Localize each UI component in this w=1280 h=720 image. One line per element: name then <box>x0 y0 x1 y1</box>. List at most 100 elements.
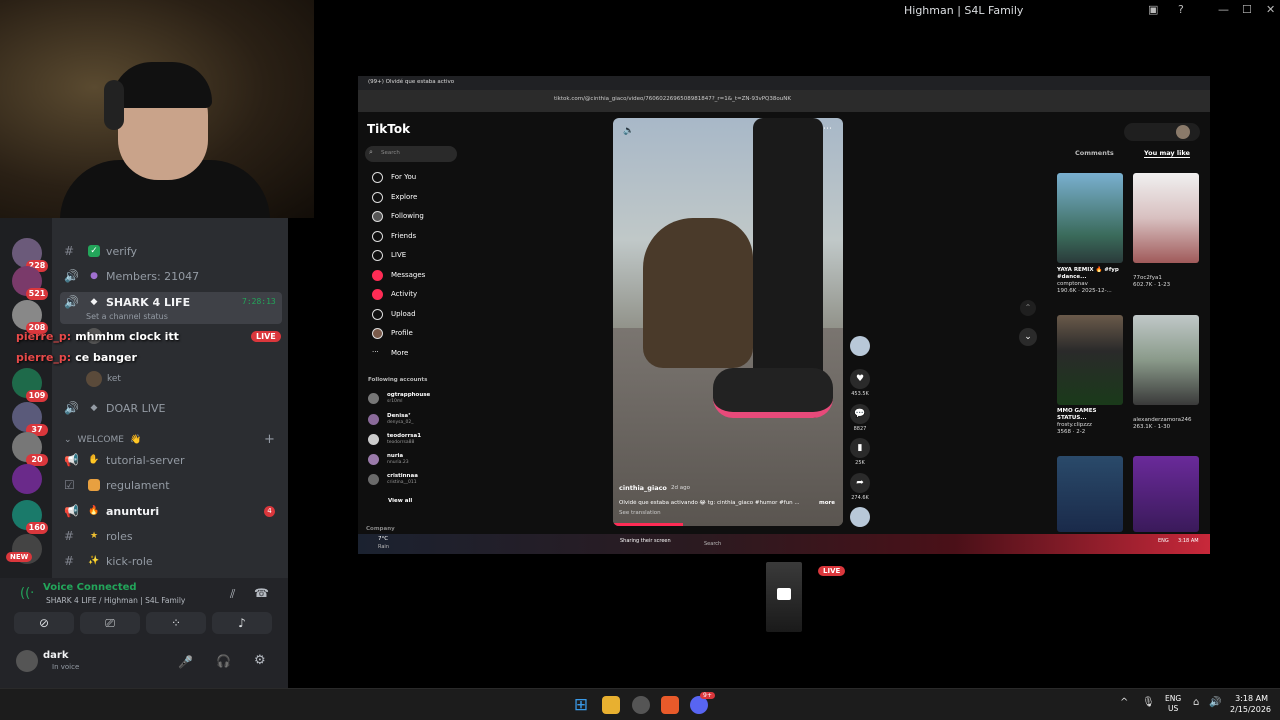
chevron-down-icon[interactable]: ⌄ <box>1019 328 1037 346</box>
chevron-up-icon[interactable]: ⌃ <box>1020 300 1036 316</box>
channel-doar[interactable]: 🔊 ◆ DOAR LIVE <box>64 397 165 419</box>
server-icon[interactable]: 37 <box>12 402 48 436</box>
server-icon[interactable]: 160 <box>12 500 48 534</box>
url-field[interactable]: tiktok.com/@cinthia_giaco/video/76060226… <box>554 96 791 102</box>
more-options-icon[interactable]: ⋯ <box>823 124 832 134</box>
nav-more[interactable]: ··· More <box>372 344 408 362</box>
recommended-caption: MMO GAMES STATUS... frosty.clipzzz 3568 · … <box>1057 408 1123 436</box>
browser-tab[interactable]: (99+) Olvidé que estaba activo <box>368 79 454 85</box>
camera-button[interactable]: ⊘ <box>14 612 74 634</box>
mute-icon[interactable]: 🔈 <box>623 126 634 136</box>
tab-comments[interactable]: Comments <box>1075 149 1114 157</box>
translation-link[interactable]: See translation <box>619 510 661 516</box>
language-indicator[interactable]: ENG US <box>1165 694 1181 714</box>
server-icon[interactable]: 228 <box>12 238 48 272</box>
following-account[interactable]: cristinnaa cristina__011 <box>368 473 418 486</box>
nav-explore[interactable]: Explore <box>372 188 417 206</box>
following-account[interactable]: ogtrapphouse sr10ml <box>368 392 430 405</box>
minimize-icon[interactable]: — <box>1218 3 1229 16</box>
maximize-icon[interactable]: ☐ <box>1242 3 1252 16</box>
clock[interactable]: 3:18 AM 2/15/2026 <box>1230 693 1271 715</box>
creator-avatar[interactable] <box>850 336 870 356</box>
noise-suppression-icon[interactable]: ⫽ <box>230 587 235 602</box>
nav-friends[interactable]: Friends <box>372 227 416 245</box>
network-icon[interactable]: ⌂ <box>1193 697 1199 708</box>
stream-taskbar: 7°C Rain Sharing their screen Search ENG… <box>358 534 1210 554</box>
recommended-author[interactable]: comptonav <box>1057 281 1088 287</box>
recommended-thumbnail[interactable] <box>1133 173 1199 263</box>
nav-profile[interactable]: Profile <box>372 324 413 342</box>
nav-activity[interactable]: Activity <box>372 285 417 303</box>
username[interactable]: dark <box>43 650 69 661</box>
channel-shark[interactable]: 🔊 ◆ SHARK 4 LIFE <box>64 291 190 313</box>
app-icon[interactable] <box>632 696 650 714</box>
nav-upload[interactable]: Upload <box>372 305 416 323</box>
nav-messages[interactable]: Messages <box>372 266 425 284</box>
file-explorer-icon[interactable] <box>602 696 620 714</box>
gear-icon[interactable]: ⚙ <box>254 653 266 668</box>
voice-channel[interactable]: SHARK 4 LIFE / Highman | S4L Family <box>46 596 185 605</box>
channel-members[interactable]: 🔊 ● Members: 21047 <box>64 265 199 287</box>
add-channel-icon[interactable]: + <box>264 432 275 447</box>
channel-anunturi[interactable]: 📢 🔥 anunturi <box>64 500 159 522</box>
share-button[interactable]: ➦ 274.6K <box>850 473 870 501</box>
server-icon[interactable]: 20 <box>12 432 48 466</box>
headphones-icon[interactable]: 🎧 <box>216 654 231 668</box>
avatar[interactable] <box>16 650 38 672</box>
voice-status[interactable]: Voice Connected <box>43 582 137 593</box>
channel-tutorial[interactable]: 📢 ✋ tutorial-server <box>64 449 185 471</box>
view-all-link[interactable]: View all <box>388 498 412 504</box>
chevron-up-icon[interactable]: ^ <box>1120 697 1128 708</box>
server-icon[interactable]: 109 <box>12 368 48 402</box>
windows-start-icon[interactable]: ⊞ <box>572 696 590 714</box>
category-welcome[interactable]: ⌄ WELCOME 👋 <box>64 429 141 451</box>
voice-user[interactable]: ket <box>107 374 121 384</box>
volume-icon[interactable]: 🔊 <box>1209 697 1221 708</box>
following-account[interactable]: Denisa⁷ denysa_02_ <box>368 413 413 426</box>
following-account[interactable]: teodorrsa1 teodorrsa88 <box>368 433 421 446</box>
bookmark-button[interactable]: ▮ 25K <box>850 438 870 466</box>
video-player[interactable]: 🔈 ⋯ cinthia_giaco 2d ago Olvidé que esta… <box>613 118 843 526</box>
company-link[interactable]: Company <box>366 526 395 532</box>
recommended-thumbnail[interactable] <box>1057 315 1123 405</box>
server-icon[interactable]: 208 <box>12 300 48 334</box>
sound-disc[interactable] <box>850 507 870 527</box>
channel-regulament[interactable]: ☑ regulament <box>64 474 170 496</box>
channel-verify[interactable]: # ✓ verify <box>64 240 137 262</box>
server-icon[interactable]: 521 <box>12 266 48 300</box>
recommended-author[interactable]: frosty.clipzzz <box>1057 422 1092 428</box>
recommended-author[interactable]: 77oc2fya1 <box>1133 275 1162 281</box>
screen-share-button[interactable]: ⎚ <box>80 612 140 634</box>
server-icon[interactable] <box>12 464 42 494</box>
recommended-thumbnail[interactable] <box>1057 456 1123 532</box>
video-author[interactable]: cinthia_giaco <box>619 484 667 492</box>
activities-button[interactable]: ⁘ <box>146 612 206 634</box>
channel-roles[interactable]: # ★ roles <box>64 525 133 547</box>
inbox-icon[interactable]: ▣ <box>1148 3 1158 16</box>
like-button[interactable]: ♥ 453.5K <box>850 369 870 397</box>
microphone-icon[interactable]: 🎤 <box>178 655 193 669</box>
recommended-thumbnail[interactable] <box>1133 315 1199 405</box>
nav-following[interactable]: Following <box>372 207 424 225</box>
following-account[interactable]: nuria nnuria.23 <box>368 453 409 466</box>
avatar[interactable] <box>1176 125 1190 139</box>
recommended-thumbnail[interactable] <box>1133 456 1199 532</box>
search-input[interactable]: Search ⌕ <box>365 146 457 162</box>
tab-you-may-like[interactable]: You may like <box>1144 149 1190 158</box>
more-link[interactable]: more <box>819 500 835 506</box>
microphone-icon[interactable]: 🎙 <box>1142 697 1155 708</box>
nav-for-you[interactable]: For You <box>372 168 416 186</box>
nav-live[interactable]: LIVE <box>372 246 406 264</box>
comment-button[interactable]: 💬 8827 <box>850 404 870 432</box>
recommended-author[interactable]: alexanderzamora246 <box>1133 417 1192 423</box>
tiktok-logo[interactable]: TikTok <box>367 122 410 136</box>
video-progress[interactable] <box>613 523 683 526</box>
close-icon[interactable]: ✕ <box>1266 3 1275 16</box>
recommended-thumbnail[interactable] <box>1057 173 1123 263</box>
brave-browser-icon[interactable] <box>661 696 679 714</box>
soundboard-button[interactable]: ♪ <box>212 612 272 634</box>
disconnect-icon[interactable]: ☎ <box>254 586 269 600</box>
channel-kick-role[interactable]: # ✨ kick-role <box>64 550 153 572</box>
help-icon[interactable]: ? <box>1178 3 1184 16</box>
channel-status[interactable]: Set a channel status <box>86 312 168 321</box>
